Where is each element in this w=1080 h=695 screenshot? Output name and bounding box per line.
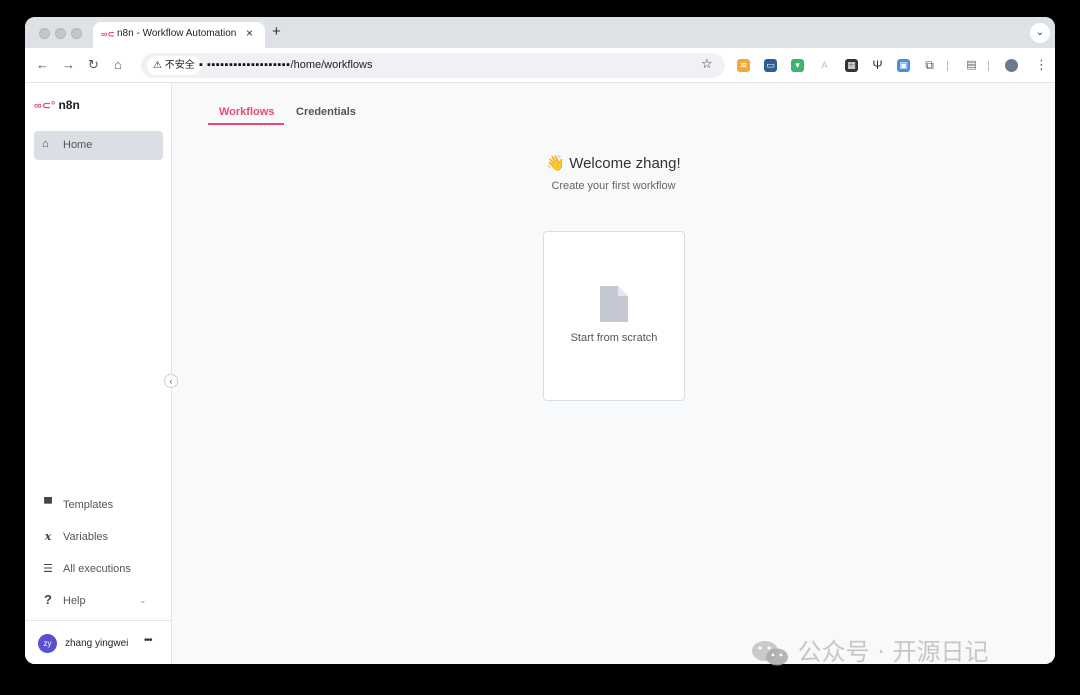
extension-layers-icon[interactable]: ≋ [737, 59, 750, 72]
reading-list-icon[interactable]: ▤ [965, 59, 978, 72]
close-window-button[interactable] [39, 28, 50, 39]
tab-title: n8n - Workflow Automation [117, 28, 237, 39]
sidebar-item-label: Templates [63, 499, 114, 511]
file-icon [600, 286, 628, 322]
extension-shield-icon[interactable]: ▾ [791, 59, 804, 72]
forward-arrow-icon[interactable]: → [62, 57, 75, 72]
collapse-sidebar-button[interactable]: ‹ [164, 374, 178, 388]
sidebar-item-home[interactable]: ⌂ Home [34, 131, 163, 160]
variable-icon: x [44, 530, 52, 543]
sidebar-item-help[interactable]: ? Help ⌄ [34, 592, 163, 612]
extension-w-icon[interactable]: Ψ [871, 59, 884, 72]
extensions-puzzle-icon[interactable]: ⧉ [923, 59, 936, 72]
security-warning-chip[interactable]: ⚠ 不安全 [147, 56, 201, 75]
sidebar-item-label: Variables [63, 531, 109, 543]
wechat-logo-icon [752, 641, 788, 666]
tab-workflows[interactable]: Workflows [219, 106, 274, 118]
active-tab-indicator [208, 123, 284, 125]
question-icon: ? [44, 592, 52, 607]
url-text[interactable]: ▪ ▪▪▪▪▪▪▪▪▪▪▪▪▪▪▪▪▪▪▪/home/workflows [199, 59, 372, 71]
toolbar-divider [988, 61, 989, 71]
new-tab-button[interactable]: + [272, 23, 281, 40]
wechat-watermark: 公众号 · 开源日记 [750, 632, 989, 668]
user-menu[interactable]: zy zhang yingwei ••• [25, 620, 172, 664]
start-from-scratch-card[interactable]: Start from scratch [543, 231, 685, 401]
reload-icon[interactable]: ↻ [88, 57, 99, 73]
url-path: /home/workflows [290, 59, 373, 71]
extension-grid-icon[interactable]: ▦ [845, 59, 858, 72]
chevron-down-icon: ⌄ [139, 595, 147, 605]
home-icon: ⌂ [42, 138, 49, 150]
browser-menu-icon[interactable]: ⋮ [1035, 57, 1048, 73]
tasks-icon: ☰ [43, 563, 53, 575]
start-from-scratch-label: Start from scratch [570, 332, 658, 344]
sidebar-item-label: Home [63, 139, 93, 151]
minimize-window-button[interactable] [55, 28, 66, 39]
profile-avatar-icon[interactable] [1005, 59, 1018, 72]
n8n-logo-icon: ∞⊂ [101, 29, 115, 39]
back-arrow-icon[interactable]: ← [36, 57, 49, 72]
welcome-heading: 👋 Welcome zhang! [546, 155, 681, 172]
box-icon: ▀ [44, 498, 52, 510]
extension-card-icon[interactable]: ▭ [764, 59, 777, 72]
n8n-logo-icon: ∞⊂° [34, 100, 56, 112]
home-icon[interactable]: ⌂ [114, 57, 122, 72]
sidebar-item-label: Help [63, 595, 86, 607]
n8n-logo[interactable]: ∞⊂° n8n [34, 98, 80, 112]
sidebar-item-variables[interactable]: x Variables [34, 528, 163, 548]
extension-photo-icon[interactable]: ▣ [897, 59, 910, 72]
browser-tab[interactable]: ∞⊂ n8n - Workflow Automation × [93, 22, 265, 48]
sidebar-item-label: All executions [63, 563, 131, 575]
browser-window: ∞⊂ n8n - Workflow Automation × + ⌄ ← → ↻… [25, 17, 1055, 664]
brand-name: n8n [58, 98, 80, 112]
extension-a-icon[interactable]: A [818, 59, 831, 72]
close-tab-icon[interactable]: × [246, 26, 253, 40]
browser-toolbar: ← → ↻ ⌂ ⚠ 不安全 ▪ ▪▪▪▪▪▪▪▪▪▪▪▪▪▪▪▪▪▪▪/home… [25, 48, 1055, 83]
watermark-text: 公众号 · 开源日记 [797, 638, 989, 666]
sidebar-item-templates[interactable]: ▀ Templates [34, 496, 163, 516]
bookmark-star-icon[interactable]: ☆ [701, 56, 713, 72]
avatar[interactable]: zy [38, 634, 57, 653]
sidebar: ∞⊂° n8n ⌂ Home ‹ ▀ Templates x Variables … [25, 83, 178, 664]
more-options-icon[interactable]: ••• [144, 635, 152, 646]
tab-credentials[interactable]: Credentials [296, 106, 356, 118]
welcome-subtitle: Create your first workflow [551, 180, 676, 192]
n8n-app: ∞⊂° n8n ⌂ Home ‹ ▀ Templates x Variables … [25, 83, 1055, 664]
url-host: ▪ ▪▪▪▪▪▪▪▪▪▪▪▪▪▪▪▪▪▪▪ [199, 59, 291, 71]
address-bar[interactable]: ⚠ 不安全 ▪ ▪▪▪▪▪▪▪▪▪▪▪▪▪▪▪▪▪▪▪/home/workflo… [141, 53, 725, 78]
tab-strip: ∞⊂ n8n - Workflow Automation × + ⌄ [25, 17, 1055, 48]
zoom-window-button[interactable] [71, 28, 82, 39]
user-name: zhang yingwei [65, 638, 129, 649]
toolbar-divider [947, 61, 948, 71]
tab-search-chevron-icon[interactable]: ⌄ [1030, 23, 1050, 43]
sidebar-item-all-executions[interactable]: ☰ All executions [34, 560, 163, 580]
